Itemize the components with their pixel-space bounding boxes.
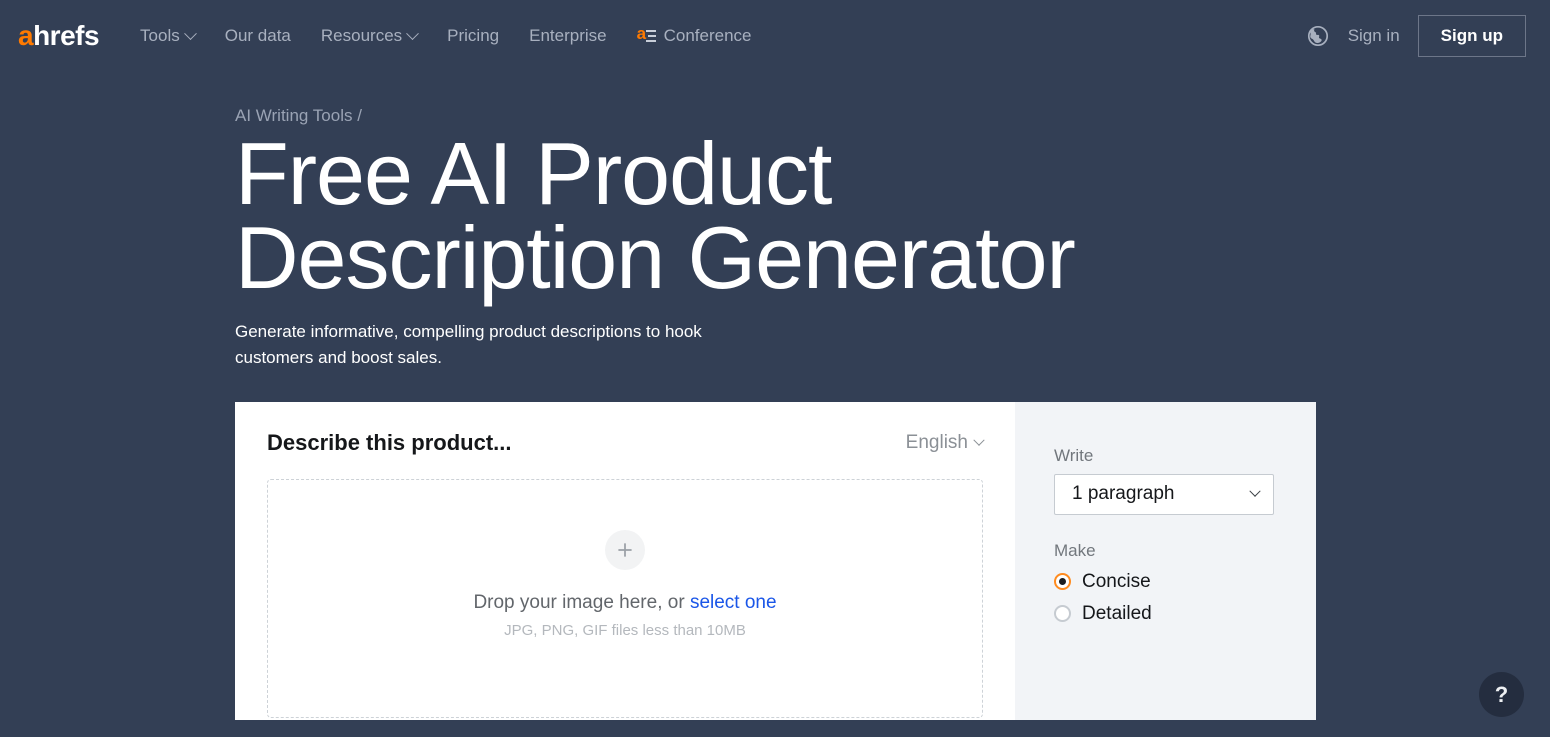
sign-up-button[interactable]: Sign up — [1417, 15, 1526, 57]
dropzone-prompt-text: Drop your image here, or — [473, 591, 690, 613]
make-label: Make — [1054, 540, 1096, 560]
nav-item-our-data[interactable]: Our data — [210, 20, 306, 52]
sign-in-link[interactable]: Sign in — [1348, 26, 1400, 46]
write-label: Write — [1054, 445, 1094, 465]
main-nav: Tools Our data Resources Pricing Enterpr… — [125, 20, 1306, 52]
tool-options-sidebar: Write 1 paragraph Make Concise Detailed — [1015, 401, 1316, 720]
nav-item-tools[interactable]: Tools — [125, 20, 210, 52]
chevron-down-icon — [406, 26, 420, 40]
logo-accent-letter: a — [18, 20, 34, 51]
nav-item-conference[interactable]: a Conference — [622, 20, 767, 52]
plus-icon — [605, 529, 645, 570]
nav-label-enterprise: Enterprise — [529, 26, 607, 45]
tool-card-header: Describe this product... English — [267, 429, 985, 456]
nav-label-our-data: Our data — [224, 26, 291, 45]
dropzone-hint: JPG, PNG, GIF files less than 10MB — [504, 621, 746, 639]
write-length-value: 1 paragraph — [1072, 483, 1175, 505]
write-length-select[interactable]: 1 paragraph — [1054, 473, 1274, 515]
nav-label-tools: Tools — [140, 26, 180, 45]
ahrefs-logo[interactable]: ahrefs — [18, 20, 100, 51]
tool-card-main: Describe this product... English Drop yo… — [235, 402, 1015, 720]
tool-card: Describe this product... English Drop yo… — [235, 401, 1316, 720]
nav-item-pricing[interactable]: Pricing — [432, 20, 514, 52]
breadcrumb: AI Writing Tools / — [235, 106, 362, 125]
radio-option-concise[interactable]: Concise — [1054, 571, 1316, 593]
site-header: ahrefs Tools Our data Resources Pricing … — [0, 0, 1550, 72]
chevron-down-icon — [183, 26, 197, 40]
language-selector-value: English — [905, 431, 968, 453]
radio-label-detailed: Detailed — [1082, 602, 1152, 624]
radio-button-icon — [1054, 573, 1071, 591]
tool-card-title: Describe this product... — [267, 429, 512, 455]
chevron-down-icon — [973, 434, 985, 446]
nav-label-pricing: Pricing — [447, 26, 500, 45]
radio-button-icon — [1054, 605, 1071, 623]
help-button[interactable]: ? — [1479, 672, 1524, 717]
select-file-link[interactable]: select one — [690, 592, 777, 613]
hero-section: AI Writing Tools / Free AI Product Descr… — [0, 72, 1550, 372]
radio-label-concise: Concise — [1082, 570, 1151, 592]
logo-text: hrefs — [33, 20, 100, 51]
globe-icon[interactable] — [1306, 24, 1330, 48]
radio-option-detailed[interactable]: Detailed — [1054, 603, 1316, 625]
nav-item-resources[interactable]: Resources — [306, 20, 432, 52]
ahrefs-conference-icon: a — [637, 25, 656, 44]
chevron-down-icon — [1249, 485, 1261, 497]
page-subtitle: Generate informative, compelling product… — [235, 321, 702, 368]
language-selector[interactable]: English — [905, 431, 985, 454]
header-actions: Sign in Sign up — [1306, 15, 1526, 57]
nav-label-conference: Conference — [663, 26, 752, 45]
image-dropzone[interactable]: Drop your image here, or select one JPG,… — [267, 478, 983, 718]
nav-label-resources: Resources — [320, 26, 403, 45]
page-title: Free AI Product Description Generator — [235, 124, 1076, 308]
dropzone-prompt: Drop your image here, or select one — [473, 592, 776, 614]
nav-item-enterprise[interactable]: Enterprise — [514, 20, 621, 52]
